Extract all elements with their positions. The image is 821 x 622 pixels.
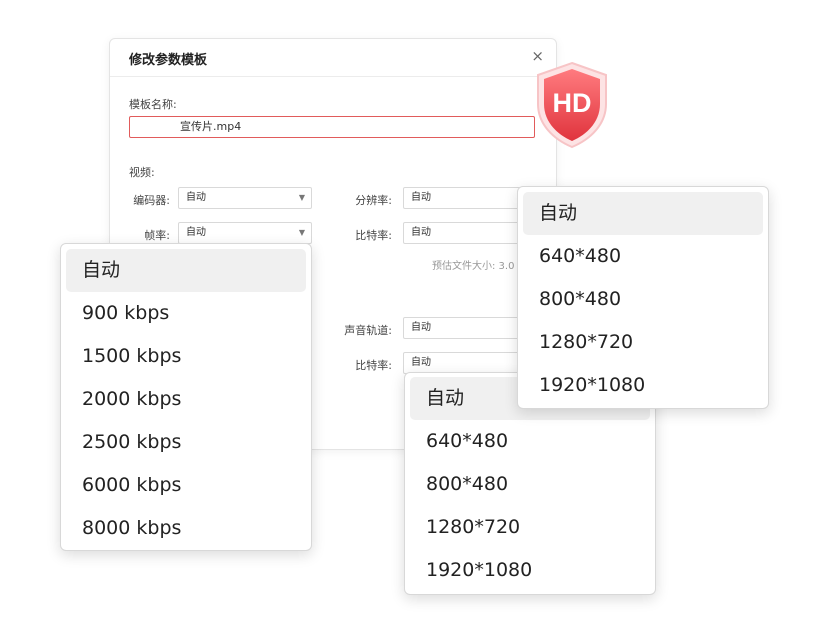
estimated-file-size: 预估文件大小: 3.0 <box>432 261 515 272</box>
dialog-title: 修改参数模板 <box>129 53 208 68</box>
title-divider <box>110 76 556 77</box>
chevron-down-icon: ▼ <box>298 228 305 237</box>
bitrate-option[interactable]: 6000 kbps <box>61 464 311 507</box>
template-name-input[interactable]: 宣传片.mp4 <box>129 116 535 138</box>
bitrate-option[interactable]: 自动 <box>66 249 306 292</box>
bitrate-value: 自动 <box>411 227 431 238</box>
hd-shield-icon: HD <box>537 61 607 149</box>
framerate-label: 帧率: <box>144 229 170 242</box>
resolution-option[interactable]: 1280*720 <box>518 321 768 364</box>
framerate-value: 自动 <box>186 227 206 238</box>
resolution-select[interactable]: 自动 <box>403 187 523 209</box>
audio-bitrate-value: 自动 <box>411 357 431 368</box>
template-name-label: 模板名称: <box>129 98 177 111</box>
video-section-label: 视频: <box>129 166 155 179</box>
bitrate-select[interactable]: 自动 <box>403 222 523 244</box>
audio-track-label: 声音轨道: <box>344 324 392 337</box>
bitrate-option[interactable]: 2500 kbps <box>61 421 311 464</box>
audio-bitrate-label: 比特率: <box>355 359 392 372</box>
bitrate-option[interactable]: 2000 kbps <box>61 378 311 421</box>
bitrate-option[interactable]: 1500 kbps <box>61 335 311 378</box>
resolution-option[interactable]: 1920*1080 <box>405 549 655 592</box>
resolution-value: 自动 <box>411 192 431 203</box>
chevron-down-icon: ▼ <box>298 193 305 202</box>
resolution-option[interactable]: 640*480 <box>405 420 655 463</box>
encoder-select[interactable]: 自动 ▼ <box>178 187 312 209</box>
bitrate-option[interactable]: 8000 kbps <box>61 507 311 550</box>
resolution-option[interactable]: 800*480 <box>518 278 768 321</box>
audio-track-value: 自动 <box>411 322 431 333</box>
resolution-label: 分辨率: <box>355 194 392 207</box>
resolution-option[interactable]: 640*480 <box>518 235 768 278</box>
resolution-option[interactable]: 自动 <box>523 192 763 235</box>
resolution-option[interactable]: 1920*1080 <box>518 364 768 407</box>
audio-bitrate-select[interactable]: 自动 <box>403 352 523 374</box>
resolution-dropdown: 自动 640*480 800*480 1280*720 1920*1080 <box>517 186 769 409</box>
bitrate-label: 比特率: <box>355 229 392 242</box>
hd-badge-text: HD <box>553 88 592 118</box>
resolution-option[interactable]: 1280*720 <box>405 506 655 549</box>
bitrate-option[interactable]: 900 kbps <box>61 292 311 335</box>
encoder-label: 编码器: <box>133 194 170 207</box>
encoder-value: 自动 <box>186 192 206 203</box>
bitrate-dropdown: 自动 900 kbps 1500 kbps 2000 kbps 2500 kbp… <box>60 243 312 551</box>
resolution-option[interactable]: 800*480 <box>405 463 655 506</box>
audio-track-select[interactable]: 自动 <box>403 317 523 339</box>
framerate-select[interactable]: 自动 ▼ <box>178 222 312 244</box>
